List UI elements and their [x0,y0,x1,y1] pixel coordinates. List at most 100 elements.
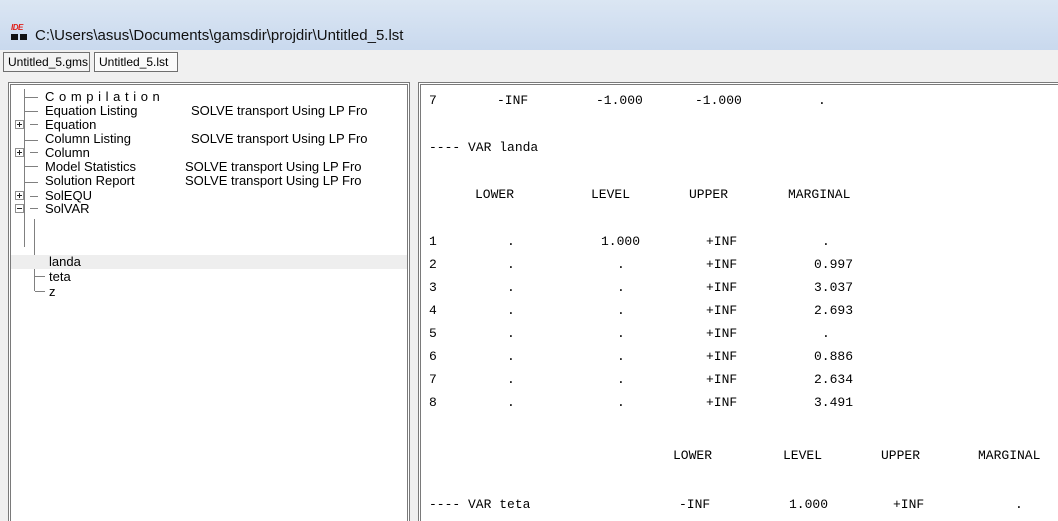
cell-upper: +INF [706,395,738,410]
cell-marginal: 2.693 [814,303,854,318]
teta-col-header-upper: UPPER [881,448,921,463]
cell-level: . [617,280,625,295]
cell-upper: +INF [706,372,738,387]
tree-item-equation[interactable]: Equation [11,118,407,132]
tree-item-label: Equation Listing [45,103,138,118]
tree-item-model-statistics[interactable]: Model Statistics SOLVE transport Using L… [11,160,407,174]
tree-item-detail: SOLVE transport Using LP Fro [191,103,368,118]
col-header-level: LEVEL [591,187,631,202]
row-index: 7 [429,93,437,108]
pane-splitter[interactable] [410,82,418,521]
cell-level: . [617,349,625,364]
tree-item-column-listing[interactable]: Column Listing SOLVE transport Using LP … [11,132,407,146]
expand-plus-icon[interactable] [15,148,24,157]
col-header-lower: LOWER [475,187,515,202]
teta-cell-marginal: . [1015,497,1023,512]
cell-upper: +INF [706,234,738,249]
collapse-minus-icon[interactable] [15,204,24,213]
teta-col-header-level: LEVEL [783,448,823,463]
cell-lower: . [507,303,515,318]
tree-item-label: z [49,284,56,299]
cell-marginal: . [818,93,826,108]
teta-cell-lower: -INF [679,497,711,512]
cell-level: 1.000 [601,234,641,249]
cell-upper: -1.000 [695,93,742,108]
ide-icon-text: IDE [11,23,23,32]
tree-item-label: Model Statistics [45,159,137,174]
icon-block [11,34,18,40]
cell-level: . [617,303,625,318]
tree-item-label: C o m p i l a t i o n [45,89,161,104]
col-header-upper: UPPER [689,187,729,202]
cell-marginal: 3.037 [814,280,854,295]
row-index: 1 [429,234,437,249]
cell-marginal: . [822,326,830,341]
cell-lower: . [507,395,515,410]
cell-level: . [617,257,625,272]
tab-untitled-5-lst[interactable]: Untitled_5.lst [94,52,178,72]
row-index: 5 [429,326,437,341]
tree-item-solvar[interactable]: SolVAR [11,202,407,216]
window-titlebar: IDE C:\Users\asus\Documents\gamsdir\proj… [0,0,1058,50]
row-index: 6 [429,349,437,364]
tree-item-label: teta [49,269,71,284]
tree-item-label: Column Listing [45,131,131,146]
tree-item-detail: SOLVE transport Using LP Fro [191,131,368,146]
tab-untitled-5-gms[interactable]: Untitled_5.gms [3,52,90,72]
tree-item-landa[interactable]: landa [11,255,407,269]
tree-item-label: Equation [45,117,97,132]
window-title: C:\Users\asus\Documents\gamsdir\projdir\… [35,27,404,44]
cell-lower: -INF [497,93,529,108]
tree-item-label: Column [45,145,90,160]
file-tab-strip: Untitled_5.gms Untitled_5.lst [0,50,1058,76]
cell-lower: . [507,234,515,249]
teta-col-header-marginal: MARGINAL [978,448,1041,463]
tree-item-label: Solution Report [45,173,135,188]
tree-item-compilation[interactable]: C o m p i l a t i o n [11,90,407,104]
cell-marginal: . [822,234,830,249]
listing-tree-pane[interactable]: C o m p i l a t i o n Equation Listing S… [8,82,410,521]
listing-text-pane[interactable]: 7 -INF -1.000 -1.000 . ---- VAR landa LO… [418,82,1058,521]
tree-item-z[interactable]: z [11,285,407,299]
teta-cell-upper: +INF [893,497,925,512]
tree-item-label: SolVAR [45,201,90,216]
teta-cell-level: 1.000 [789,497,829,512]
cell-marginal: 3.491 [814,395,854,410]
row-index: 8 [429,395,437,410]
cell-marginal: 2.634 [814,372,854,387]
tree-item-equation-listing[interactable]: Equation Listing SOLVE transport Using L… [11,104,407,118]
cell-upper: +INF [706,280,738,295]
tree-item-detail: SOLVE transport Using LP Fro [185,173,362,188]
cell-upper: +INF [706,326,738,341]
cell-lower: . [507,326,515,341]
tree-item-label: landa [49,254,81,269]
cell-marginal: 0.997 [814,257,854,272]
tree-item-column[interactable]: Column [11,146,407,160]
cell-level: -1.000 [596,93,643,108]
cell-lower: . [507,372,515,387]
tree-item-detail: SOLVE transport Using LP Fro [185,159,362,174]
expand-plus-icon[interactable] [15,120,24,129]
expand-plus-icon[interactable] [15,191,24,200]
row-index: 7 [429,372,437,387]
cell-lower: . [507,280,515,295]
cell-level: . [617,372,625,387]
teta-col-header-lower: LOWER [673,448,713,463]
icon-block [20,34,27,40]
cell-marginal: 0.886 [814,349,854,364]
row-index: 4 [429,303,437,318]
gams-ide-icon: IDE [11,23,29,42]
cell-upper: +INF [706,349,738,364]
cell-upper: +INF [706,257,738,272]
cell-upper: +INF [706,303,738,318]
col-header-marginal: MARGINAL [788,187,851,202]
row-index: 3 [429,280,437,295]
tree-item-solution-report[interactable]: Solution Report SOLVE transport Using LP… [11,174,407,188]
cell-lower: . [507,257,515,272]
cell-lower: . [507,349,515,364]
cell-level: . [617,326,625,341]
row-index: 2 [429,257,437,272]
var-landa-header: ---- VAR landa [429,140,539,155]
cell-level: . [617,395,625,410]
tree-item-teta[interactable]: teta [11,270,407,284]
